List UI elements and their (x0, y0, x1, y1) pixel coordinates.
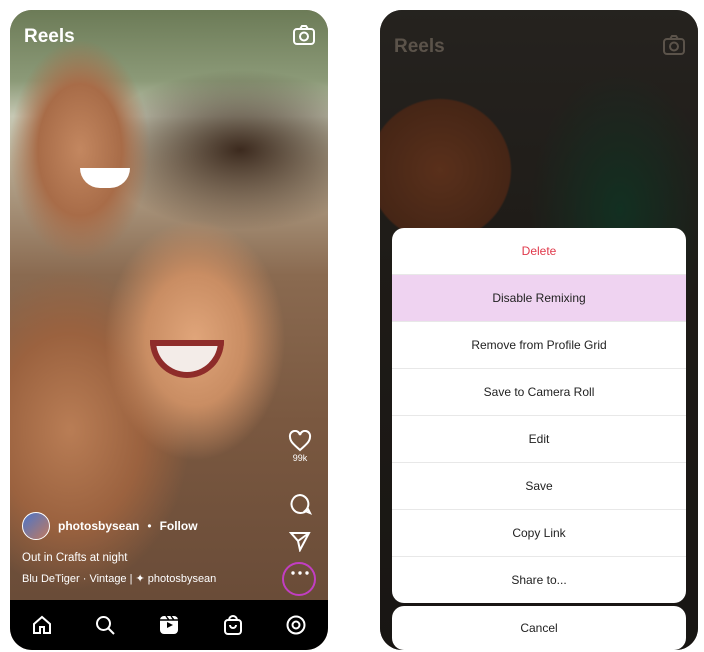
options-action-sheet: Delete Disable Remixing Remove from Prof… (392, 228, 686, 603)
separator: • (147, 519, 152, 533)
reel-caption: photosbysean • Follow Out in Crafts at n… (22, 512, 282, 585)
share-button[interactable] (282, 530, 318, 552)
search-icon[interactable] (93, 613, 117, 637)
camera-icon[interactable] (292, 24, 316, 46)
avatar[interactable] (22, 512, 50, 540)
home-icon[interactable] (30, 613, 54, 637)
bottom-nav (10, 600, 328, 650)
save-to-camera-roll-button[interactable]: Save to Camera Roll (392, 369, 686, 416)
camera-icon (662, 34, 686, 56)
disable-remixing-button[interactable]: Disable Remixing (392, 275, 686, 322)
caption-text[interactable]: Out in Crafts at night (22, 552, 282, 564)
author-username[interactable]: photosbysean (58, 519, 139, 533)
reel-options-screen: Reels Delete Disable Remixing Remove fro… (380, 10, 698, 650)
more-highlight-ring (282, 562, 316, 596)
audio-label: Blu DeTiger · Vintage | ✦ photosbysean (22, 573, 217, 585)
girl-smile (150, 340, 224, 378)
like-count: 99k (292, 453, 308, 463)
cancel-button[interactable]: Cancel (392, 606, 686, 650)
reel-screen: Reels 99k photosbysean • Follow Out in C… (10, 10, 328, 650)
reels-icon[interactable] (157, 613, 181, 637)
page-title: Reels (24, 26, 75, 47)
share-to-button[interactable]: Share to... (392, 557, 686, 603)
copy-link-button[interactable]: Copy Link (392, 510, 686, 557)
like-button[interactable]: 99k (282, 430, 318, 463)
remove-from-profile-grid-button[interactable]: Remove from Profile Grid (392, 322, 686, 369)
page-title-dimmed: Reels (394, 36, 445, 57)
audio-row[interactable]: Blu DeTiger · Vintage | ✦ photosbysean (22, 572, 282, 585)
send-icon (289, 532, 311, 552)
comment-icon (290, 493, 312, 515)
save-button[interactable]: Save (392, 463, 686, 510)
edit-button[interactable]: Edit (392, 416, 686, 463)
delete-button[interactable]: Delete (392, 228, 686, 275)
boy-smile (80, 168, 130, 188)
heart-icon (288, 430, 312, 452)
follow-button[interactable]: Follow (160, 519, 198, 533)
comment-button[interactable] (282, 492, 318, 516)
shop-icon[interactable] (221, 613, 245, 637)
author-row: photosbysean • Follow (22, 512, 282, 540)
profile-icon[interactable] (284, 613, 308, 637)
